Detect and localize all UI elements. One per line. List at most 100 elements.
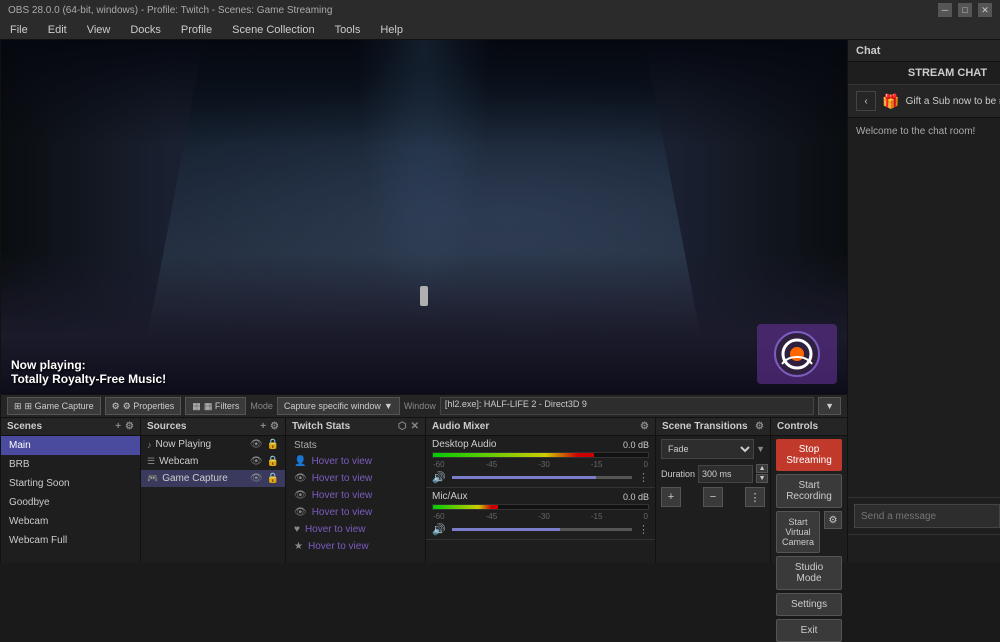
stat-1-value[interactable]: Hover to view xyxy=(311,456,372,467)
desktop-audio-volume-fill xyxy=(452,476,596,479)
menu-docks[interactable]: Docks xyxy=(126,24,165,36)
virtual-camera-settings-icon[interactable]: ⚙ xyxy=(824,511,842,529)
mic-aux-meter xyxy=(432,504,649,510)
scenes-header: Scenes + ⚙ xyxy=(1,418,140,436)
chat-promo-bar: ‹ 🎁 Gift a Sub now to be #1! › xyxy=(848,85,1000,118)
scene-item-brb[interactable]: BRB xyxy=(1,455,140,474)
twitch-stat-2: 👁 Hover to view xyxy=(286,470,425,487)
scenes-title: Scenes xyxy=(7,421,42,432)
scene-item-goodbye[interactable]: Goodbye xyxy=(1,493,140,512)
stat-eye-icon-1: 👁 xyxy=(294,473,307,484)
promo-prev-button[interactable]: ‹ xyxy=(856,91,876,111)
twitch-close-icon[interactable]: ✕ xyxy=(411,421,419,432)
duration-input[interactable] xyxy=(698,465,753,483)
stat-5-value[interactable]: Hover to view xyxy=(305,524,366,535)
scene-transitions-header: Scene Transitions ⚙ xyxy=(656,418,770,436)
maximize-button[interactable]: □ xyxy=(958,3,972,17)
source-item-game-capture[interactable]: 🎮 Game Capture 👁 🔒 xyxy=(141,470,285,487)
stream-chat-label: STREAM CHAT xyxy=(848,62,1000,85)
sources-settings-icon[interactable]: ⚙ xyxy=(270,421,279,432)
properties-button[interactable]: ⚙ ⚙ Properties xyxy=(105,397,182,415)
mic-aux-db: 0.0 dB xyxy=(623,492,649,502)
transition-remove-button[interactable]: − xyxy=(703,487,723,507)
mic-aux-track: Mic/Aux 0.0 dB -60 -45 -30 -15 0 🔊 xyxy=(426,488,655,540)
source-eye-icon-3[interactable]: 👁 xyxy=(250,473,263,484)
transition-action-buttons: + − ⋮ xyxy=(656,485,770,509)
gift-icon: 🎁 xyxy=(882,93,899,110)
studio-mode-button[interactable]: Studio Mode xyxy=(776,556,842,590)
menu-edit[interactable]: Edit xyxy=(44,24,71,36)
chat-input[interactable] xyxy=(854,504,1000,528)
chat-input-area: ☺ ⚙ xyxy=(848,497,1000,534)
desktop-audio-slider[interactable] xyxy=(452,476,632,479)
transition-more-button[interactable]: ⋮ xyxy=(745,487,765,507)
window-title: OBS 28.0.0 (64-bit, windows) - Profile: … xyxy=(8,5,332,16)
desktop-audio-scale: -60 -45 -30 -15 0 xyxy=(432,460,649,469)
duration-label: Duration xyxy=(661,469,695,479)
source-eye-icon[interactable]: 👁 xyxy=(250,439,263,450)
transitions-settings-icon[interactable]: ⚙ xyxy=(755,421,764,432)
game-capture-button[interactable]: ⊞ ⊞ Game Capture xyxy=(7,397,101,415)
sources-panel: Sources + ⚙ ♪ Now Playing 👁 🔒 ☰ xyxy=(141,418,286,563)
twitch-popout-icon[interactable]: ⬡ xyxy=(398,421,407,432)
transitions-icons: ⚙ xyxy=(755,421,764,432)
source-webcam-controls: 👁 🔒 xyxy=(250,456,279,467)
desktop-audio-more-icon[interactable]: ⋮ xyxy=(638,471,649,484)
scenes-add-icon[interactable]: + xyxy=(115,421,121,432)
game-capture-icon: ⊞ xyxy=(14,401,22,412)
source-lock-icon[interactable]: 🔒 xyxy=(267,439,279,450)
source-label-game-capture: Game Capture xyxy=(162,473,228,484)
window-value: [hl2.exe]: HALF-LIFE 2 - Direct3D 9 xyxy=(440,397,814,415)
menu-file[interactable]: File xyxy=(6,24,32,36)
menu-view[interactable]: View xyxy=(83,24,115,36)
scenes-header-icons: + ⚙ xyxy=(115,421,134,432)
stop-streaming-button[interactable]: Stop Streaming xyxy=(776,439,842,471)
menu-profile[interactable]: Profile xyxy=(177,24,216,36)
stat-2-value[interactable]: Hover to view xyxy=(312,473,373,484)
minimize-button[interactable]: ─ xyxy=(938,3,952,17)
settings-button[interactable]: Settings xyxy=(776,593,842,616)
mic-aux-mute-icon[interactable]: 🔊 xyxy=(432,523,446,536)
menu-help[interactable]: Help xyxy=(376,24,407,36)
transition-type-select[interactable]: Fade xyxy=(661,439,754,459)
twitch-stats-icons: ⬡ ✕ xyxy=(398,421,419,432)
twitch-stat-1: 👤 Hover to view xyxy=(286,453,425,470)
source-lock-icon-2[interactable]: 🔒 xyxy=(267,456,279,467)
stat-6-value[interactable]: Hover to view xyxy=(308,541,369,552)
scenes-settings-icon[interactable]: ⚙ xyxy=(125,421,134,432)
stat-4-value[interactable]: Hover to view xyxy=(312,507,373,518)
menu-scene-collection[interactable]: Scene Collection xyxy=(228,24,319,36)
audio-mixer-icons: ⚙ xyxy=(640,421,649,432)
capture-mode-button[interactable]: Capture specific window ▼ xyxy=(277,397,400,415)
now-playing-text: Now playing: Totally Royalty-Free Music! xyxy=(11,358,166,386)
stat-3-value[interactable]: Hover to view xyxy=(312,490,373,501)
filters-button[interactable]: ▦ ▦ Filters xyxy=(185,397,246,415)
scene-item-starting-soon[interactable]: Starting Soon xyxy=(1,474,140,493)
title-bar: OBS 28.0.0 (64-bit, windows) - Profile: … xyxy=(0,0,1000,20)
desktop-audio-mute-icon[interactable]: 🔊 xyxy=(432,471,446,484)
window-chevron-button[interactable]: ▼ xyxy=(818,397,841,415)
duration-down-button[interactable]: ▼ xyxy=(756,474,768,483)
mic-aux-more-icon[interactable]: ⋮ xyxy=(638,523,649,536)
source-lock-icon-3[interactable]: 🔒 xyxy=(267,473,279,484)
close-button[interactable]: ✕ xyxy=(978,3,992,17)
mic-aux-controls: 🔊 ⋮ xyxy=(432,523,649,536)
scenes-panel: Scenes + ⚙ Main BRB Starting Soon Goodby… xyxy=(1,418,141,563)
twitch-stat-6: ★ Hover to view xyxy=(286,538,425,555)
source-eye-icon-2[interactable]: 👁 xyxy=(250,456,263,467)
scene-item-webcam-full[interactable]: Webcam Full xyxy=(1,531,140,550)
exit-button[interactable]: Exit xyxy=(776,619,842,642)
transition-add-button[interactable]: + xyxy=(661,487,681,507)
scene-item-webcam[interactable]: Webcam xyxy=(1,512,140,531)
start-recording-button[interactable]: Start Recording xyxy=(776,474,842,508)
scene-item-main[interactable]: Main xyxy=(1,436,140,455)
mic-aux-slider[interactable] xyxy=(452,528,632,531)
menu-tools[interactable]: Tools xyxy=(331,24,365,36)
source-item-now-playing[interactable]: ♪ Now Playing 👁 🔒 xyxy=(141,436,285,453)
audio-mixer-settings-icon[interactable]: ⚙ xyxy=(640,421,649,432)
sources-add-icon[interactable]: + xyxy=(260,421,266,432)
duration-up-button[interactable]: ▲ xyxy=(756,464,768,473)
source-item-webcam[interactable]: ☰ Webcam 👁 🔒 xyxy=(141,453,285,470)
start-virtual-camera-button[interactable]: Start Virtual Camera xyxy=(776,511,820,553)
obs-logo-icon xyxy=(772,329,822,379)
